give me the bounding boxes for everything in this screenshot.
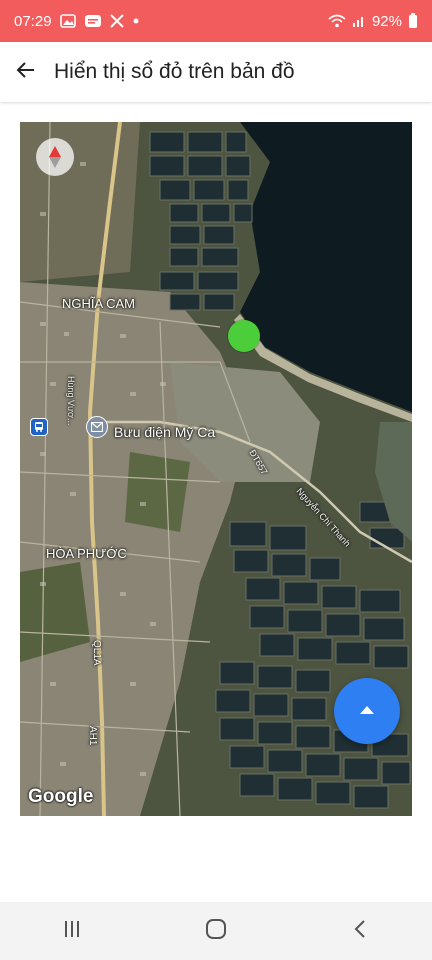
map-label-nghia-cam: NGHĨA CAM <box>62 296 135 311</box>
scroll-up-button[interactable] <box>334 678 400 744</box>
recent-apps-button[interactable] <box>42 911 102 951</box>
status-bar: 07:29 92% <box>0 0 432 42</box>
app-bar: Hiển thị sổ đỏ trên bản đồ <box>0 42 432 102</box>
arrow-left-icon <box>16 60 36 85</box>
map-view[interactable]: NGHĨA CAM Hùng Vươ... Bưu điện Mỹ Ca ĐT6… <box>20 122 412 816</box>
page-title: Hiển thị sổ đỏ trên bản đồ <box>54 60 295 83</box>
status-time: 07:29 <box>14 12 52 30</box>
google-attribution: Google <box>28 786 94 807</box>
home-icon <box>205 918 227 945</box>
x-icon <box>109 14 124 28</box>
triangle-up-icon <box>359 702 375 720</box>
back-chevron-icon <box>353 919 367 944</box>
battery-icon <box>408 13 418 29</box>
home-button[interactable] <box>186 911 246 951</box>
status-left: 07:29 <box>14 13 140 30</box>
map-label-ah1: AH1 <box>87 726 98 746</box>
compass-icon[interactable] <box>36 138 74 176</box>
map-label-ql1a: QL1A <box>91 640 102 666</box>
map-label-hoa-phuoc: HÒA PHƯỚC <box>46 546 127 561</box>
nav-back-button[interactable] <box>330 911 390 951</box>
dot-icon <box>132 17 140 25</box>
battery-percent: 92% <box>371 12 402 30</box>
bus-stop-icon[interactable] <box>30 418 48 436</box>
system-nav-bar <box>0 902 432 960</box>
wifi-icon <box>328 14 346 28</box>
map-label-hung-vuong: Hùng Vươ... <box>66 376 76 426</box>
location-marker[interactable] <box>228 320 260 352</box>
recent-apps-icon <box>62 920 82 943</box>
status-right: 92% <box>328 13 418 30</box>
post-office-icon[interactable] <box>86 416 108 438</box>
signal-icon <box>352 14 366 28</box>
map-label-buu-dien[interactable]: Bưu điện Mỹ Ca <box>114 424 215 440</box>
gallery-icon <box>59 14 76 28</box>
blogger-icon <box>84 14 102 28</box>
back-button[interactable] <box>6 52 46 92</box>
